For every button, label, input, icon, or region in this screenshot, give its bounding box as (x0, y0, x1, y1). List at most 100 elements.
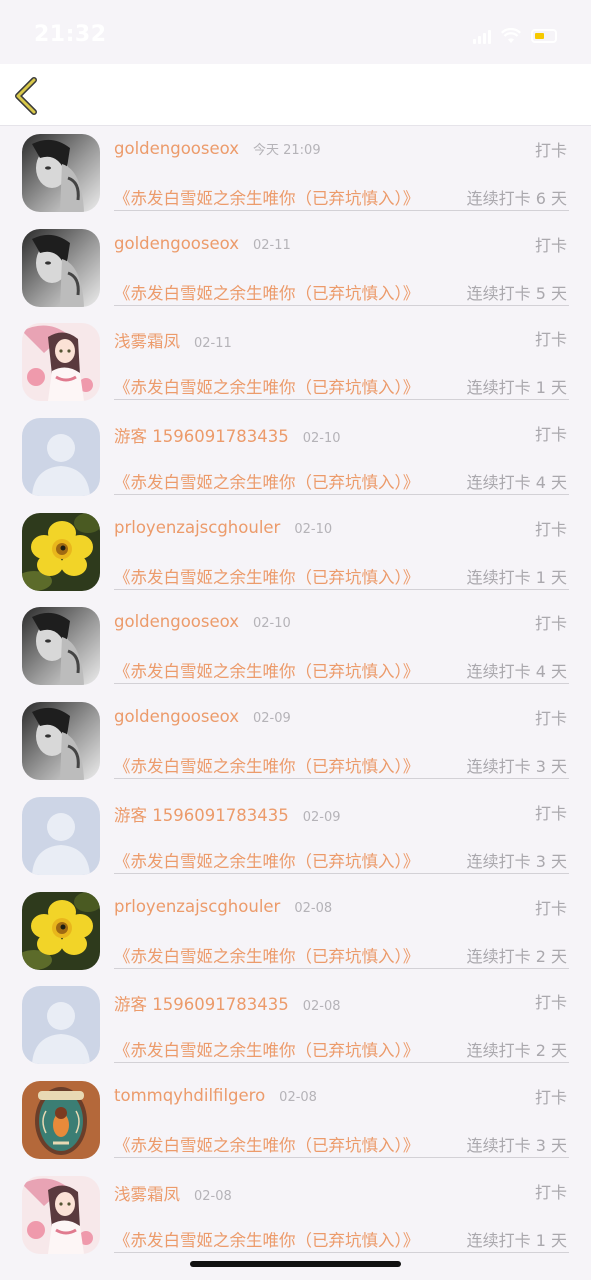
streak-label: 连续打卡 3 天 (466, 757, 567, 777)
checkin-list-item[interactable]: goldengooseox 02-11 打卡《赤发白雪姬之余生唯你（已弃坑慎入）》 连… (0, 221, 591, 316)
avatar[interactable] (22, 1175, 100, 1254)
divider (114, 588, 569, 590)
avatar[interactable] (22, 134, 100, 212)
divider (114, 210, 569, 211)
checkin-tag: 打卡 (534, 1087, 567, 1107)
username[interactable]: tommqyhdilfilgero 02-08 (114, 1086, 317, 1105)
username[interactable]: 浅雾霜凤 02-11 (114, 328, 232, 352)
status-icons (473, 26, 557, 46)
post-date: 02-10 (302, 431, 341, 447)
wifi-icon (501, 28, 521, 43)
streak-label: 连续打卡 2 天 (466, 946, 567, 966)
divider (114, 1251, 569, 1253)
avatar[interactable] (22, 418, 100, 497)
username[interactable]: 游客 1596091783435 02-08 (114, 991, 341, 1015)
streak-label: 连续打卡 1 天 (466, 1230, 567, 1250)
username[interactable]: prloyenzajscghouler 02-10 (114, 518, 332, 537)
avatar[interactable] (22, 702, 100, 781)
checkin-list-item[interactable]: 游客 1596091783435 02-10 打卡《赤发白雪姬之余生唯你（已弃坑慎入… (0, 410, 591, 505)
divider (114, 1156, 569, 1158)
avatar[interactable] (22, 796, 100, 875)
divider (114, 304, 569, 306)
cellular-signal-icon (473, 28, 491, 44)
streak-label: 连续打卡 3 天 (466, 1135, 567, 1155)
checkin-list-item[interactable]: 游客 1596091783435 02-08 打卡《赤发白雪姬之余生唯你（已弃坑慎入… (0, 978, 591, 1073)
book-title-link[interactable]: 《赤发白雪姬之余生唯你（已弃坑慎入）》 (114, 564, 419, 588)
divider (114, 399, 569, 401)
book-title-link[interactable]: 《赤发白雪姬之余生唯你（已弃坑慎入）》 (114, 185, 419, 209)
post-date: 02-08 (194, 1188, 232, 1204)
checkin-tag: 打卡 (534, 993, 567, 1013)
checkin-tag: 打卡 (534, 803, 567, 823)
username[interactable]: goldengooseox 02-10 (114, 612, 291, 631)
avatar[interactable] (22, 512, 100, 591)
checkin-list-item[interactable]: goldengooseox 今天 21:09 打卡《赤发白雪姬之余生唯你（已弃坑慎入… (0, 126, 591, 221)
post-date: 02-08 (294, 900, 333, 916)
divider (114, 1062, 569, 1064)
avatar[interactable] (22, 986, 100, 1065)
back-arrow-icon[interactable] (12, 76, 44, 116)
username[interactable]: 浅雾霜凤 02-08 (114, 1181, 232, 1205)
status-bar: 21:32 (0, 0, 591, 64)
username[interactable]: 游客 1596091783435 02-09 (114, 802, 341, 826)
nav-bar (0, 64, 591, 126)
streak-label: 连续打卡 4 天 (466, 662, 567, 682)
avatar[interactable] (22, 891, 100, 970)
post-date: 今天 21:09 (253, 143, 321, 158)
post-date: 02-11 (194, 336, 232, 352)
streak-label: 连续打卡 3 天 (466, 851, 567, 871)
avatar[interactable] (22, 323, 100, 402)
checkin-list-item[interactable]: prloyenzajscghouler 02-08 打卡《赤发白雪姬之余生唯你（已弃… (0, 884, 591, 979)
checkin-list: goldengooseox 今天 21:09 打卡 《赤发白雪姬之余生唯你（已弃坑慎入… (0, 126, 591, 1262)
checkin-tag: 打卡 (534, 519, 567, 539)
book-title-link[interactable]: 《赤发白雪姬之余生唯你（已弃坑慎入）》 (114, 848, 419, 872)
checkin-list-item[interactable]: tommqyhdilfilgero 02-08 打卡《赤发白雪姬之余生唯你（已弃坑慎… (0, 1073, 591, 1168)
checkin-tag: 打卡 (534, 425, 567, 445)
home-indicator[interactable] (190, 1261, 401, 1267)
checkin-list-item[interactable]: goldengooseox 02-09 打卡 《赤发白雪姬之余生唯你（已弃坑慎入）》 连… (0, 694, 591, 789)
book-title-link[interactable]: 《赤发白雪姬之余生唯你（已弃坑慎入）》 (114, 658, 419, 682)
book-title-link[interactable]: 《赤发白雪姬之余生唯你（已弃坑慎入）》 (114, 1227, 419, 1251)
avatar[interactable] (22, 228, 100, 307)
book-title-link[interactable]: 《赤发白雪姬之余生唯你（已弃坑慎入）》 (114, 280, 419, 304)
book-title-link[interactable]: 《赤发白雪姬之余生唯你（已弃坑慎入）》 (114, 469, 419, 493)
checkin-list-item[interactable]: 游客 1596091783435 02-09 打卡《赤发白雪姬之余生唯你（已弃坑慎入… (0, 789, 591, 884)
book-title-link[interactable]: 《赤发白雪姬之余生唯你（已弃坑慎入）》 (114, 1037, 419, 1061)
checkin-tag: 打卡 (534, 898, 567, 918)
checkin-list-item[interactable]: prloyenzajscghouler 02-10 打卡《赤发白雪姬之余生唯你（已弃… (0, 505, 591, 600)
streak-label: 连续打卡 1 天 (466, 567, 567, 587)
post-date: 02-08 (302, 999, 341, 1015)
book-title-link[interactable]: 《赤发白雪姬之余生唯你（已弃坑慎入）》 (114, 943, 419, 967)
avatar[interactable] (22, 607, 100, 686)
divider (114, 778, 569, 780)
checkin-tag: 打卡 (534, 614, 567, 634)
post-date: 02-09 (302, 809, 341, 825)
post-date: 02-10 (294, 521, 333, 537)
username[interactable]: goldengooseox 今天 21:09 (114, 139, 321, 158)
divider (114, 872, 569, 874)
avatar[interactable] (22, 1080, 100, 1159)
divider (114, 967, 569, 969)
checkin-tag: 打卡 (534, 1182, 567, 1202)
checkin-list-item[interactable]: 浅雾霜凤 02-08 打卡《赤发白雪姬之余生唯你（已弃坑慎入）》 连续打卡 1 天 (0, 1168, 591, 1263)
streak-label: 连续打卡 4 天 (466, 473, 567, 493)
book-title-link[interactable]: 《赤发白雪姬之余生唯你（已弃坑慎入）》 (114, 1132, 419, 1156)
checkin-tag: 打卡 (534, 330, 567, 350)
post-date: 02-10 (253, 616, 291, 632)
username[interactable]: goldengooseox 02-09 (114, 707, 291, 726)
book-title-link[interactable]: 《赤发白雪姬之余生唯你（已弃坑慎入）》 (114, 374, 419, 398)
post-date: 02-08 (279, 1089, 317, 1105)
checkin-tag: 打卡 (534, 141, 567, 160)
username[interactable]: 游客 1596091783435 02-10 (114, 423, 341, 447)
username[interactable]: goldengooseox 02-11 (114, 234, 291, 253)
streak-label: 连续打卡 1 天 (466, 378, 567, 398)
book-title-link[interactable]: 《赤发白雪姬之余生唯你（已弃坑慎入）》 (114, 753, 419, 777)
username[interactable]: prloyenzajscghouler 02-08 (114, 897, 332, 916)
checkin-list-item[interactable]: 浅雾霜凤 02-11 打卡《赤发白雪姬之余生唯你（已弃坑慎入）》 连续打卡 1 天 (0, 315, 591, 410)
checkin-tag: 打卡 (534, 235, 567, 255)
streak-label: 连续打卡 5 天 (466, 283, 567, 303)
battery-icon (531, 29, 557, 43)
streak-label: 连续打卡 2 天 (466, 1041, 567, 1061)
post-date: 02-09 (253, 711, 291, 727)
checkin-list-item[interactable]: goldengooseox 02-10 打卡《赤发白雪姬之余生唯你（已弃坑慎入）》 连… (0, 599, 591, 694)
